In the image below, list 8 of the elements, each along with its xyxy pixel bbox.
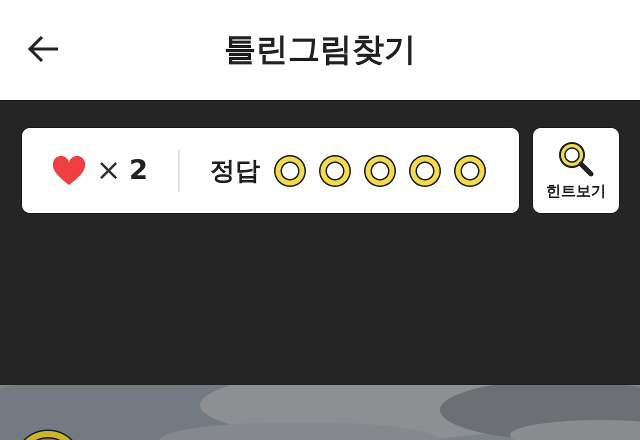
page-title: 틀린그림찾기 — [224, 29, 416, 70]
times-sign: × — [96, 153, 122, 188]
lives-count: 2 — [129, 155, 148, 186]
answers-label: 정답 — [210, 155, 260, 187]
search-icon — [557, 140, 595, 178]
hint-button[interactable]: 힌트보기 — [533, 128, 619, 213]
back-button[interactable] — [26, 34, 60, 64]
heart-icon — [52, 156, 86, 186]
